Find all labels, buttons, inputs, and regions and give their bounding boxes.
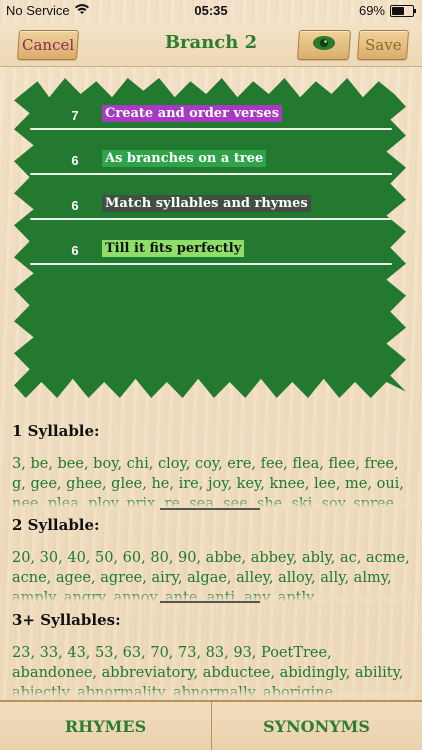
save-button[interactable]: Save — [356, 30, 410, 60]
preview-button[interactable] — [296, 30, 352, 60]
verse-row[interactable]: 6 Till it fits perfectly — [30, 219, 392, 265]
verse-row[interactable]: 6 As branches on a tree — [30, 129, 392, 175]
rhyme-word-list[interactable]: 23, 33, 43, 53, 63, 70, 73, 83, 93, Poet… — [12, 643, 412, 697]
status-bar: No Service 05:35 69% — [0, 0, 422, 22]
eye-icon — [312, 35, 336, 55]
verse-line — [30, 263, 392, 265]
verse-text: Match syllables and rhymes — [102, 195, 311, 212]
scroll-indicator[interactable] — [160, 601, 260, 603]
fade-overlay — [12, 498, 412, 508]
verse-row[interactable]: 7 Create and order verses — [30, 84, 392, 130]
scroll-indicator[interactable] — [160, 508, 260, 510]
save-label: Save — [364, 36, 402, 54]
verse-text: Till it fits perfectly — [102, 240, 245, 257]
rhyme-word-list[interactable]: 3, be, bee, boy, chi, cloy, coy, ere, fe… — [12, 454, 412, 508]
section-title: 1 Syllable: — [12, 422, 100, 440]
section-2-syllable: 2 Syllable: 20, 30, 40, 50, 60, 80, 90, … — [12, 516, 412, 602]
syllable-count: 6 — [71, 198, 79, 213]
section-title: 3+ Syllables: — [12, 611, 121, 629]
section-3-syllable: 3+ Syllables: 23, 33, 43, 53, 63, 70, 73… — [12, 611, 412, 697]
section-title: 2 Syllable: — [12, 516, 100, 534]
battery-percent: 69% — [358, 3, 385, 18]
tab-rhymes-label: RHYMES — [64, 716, 147, 736]
tab-synonyms[interactable]: SYNONYMS — [211, 702, 422, 750]
verse-text: Create and order verses — [102, 105, 283, 122]
syllable-count: 6 — [71, 153, 79, 168]
tab-synonyms-label: SYNONYMS — [263, 716, 370, 736]
verse-text: As branches on a tree — [102, 150, 267, 167]
verse-board: 7 Create and order verses 6 As branches … — [14, 78, 406, 398]
battery-group: 69% — [358, 3, 416, 18]
syllable-count: 6 — [71, 243, 79, 258]
tab-rhymes[interactable]: RHYMES — [0, 702, 212, 750]
syllable-count: 7 — [71, 108, 79, 123]
battery-icon — [390, 4, 416, 17]
fade-overlay — [12, 687, 412, 697]
rhyme-word-list[interactable]: 20, 30, 40, 50, 60, 80, 90, abbe, abbey,… — [12, 548, 412, 602]
verse-row[interactable]: 6 Match syllables and rhymes — [30, 174, 392, 220]
section-1-syllable: 1 Syllable: 3, be, bee, boy, chi, cloy, … — [12, 422, 412, 508]
battery-fill — [392, 6, 405, 15]
nav-bar: Cancel Branch 2 Save — [0, 22, 422, 67]
bottom-tab-bar: RHYMES SYNONYMS — [0, 700, 422, 750]
